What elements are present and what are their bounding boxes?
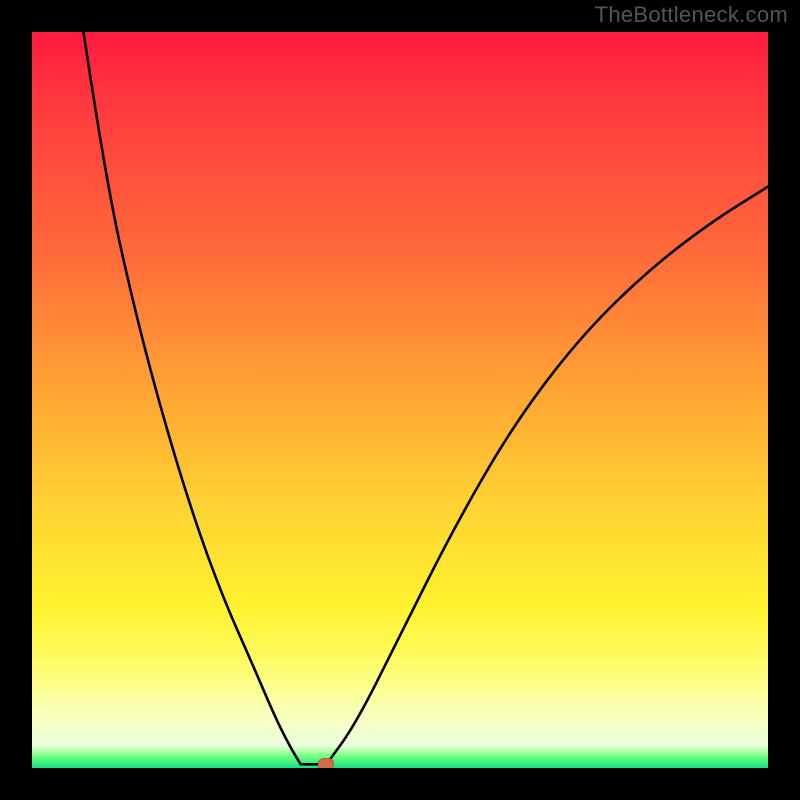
chart-frame: TheBottleneck.com <box>0 0 800 800</box>
curve-svg <box>32 32 768 768</box>
plot-area <box>32 32 768 768</box>
bottleneck-curve <box>84 32 769 764</box>
optimum-marker <box>318 758 334 768</box>
watermark-label: TheBottleneck.com <box>595 2 788 28</box>
